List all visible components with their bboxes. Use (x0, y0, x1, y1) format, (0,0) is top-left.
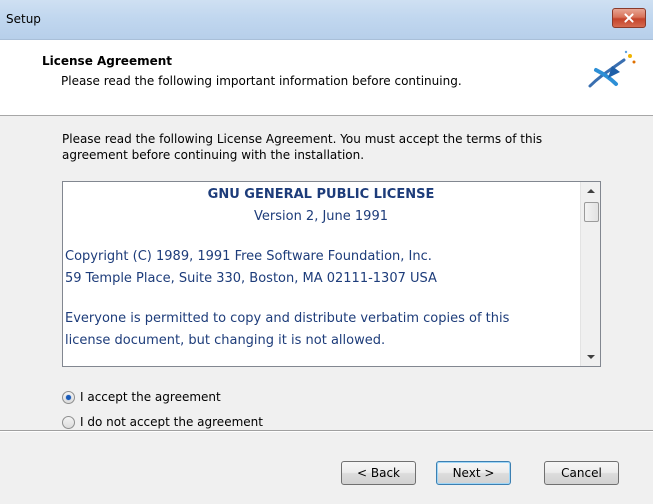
setup-wizard-logo (588, 50, 636, 88)
chevron-down-icon[interactable] (581, 348, 601, 366)
license-permission-line1: Everyone is permitted to copy and distri… (65, 311, 510, 326)
intro-text: Please read the following License Agreem… (62, 132, 543, 162)
title-bar: Setup (0, 0, 653, 40)
cancel-button[interactable]: Cancel (544, 461, 619, 485)
page-subtitle: Please read the following important info… (61, 74, 462, 88)
close-button[interactable] (612, 8, 646, 28)
back-button[interactable]: < Back (341, 461, 416, 485)
window-title: Setup (6, 12, 41, 26)
wizard-body: Please read the following License Agreem… (0, 116, 653, 504)
license-copyright-line1: Copyright (C) 1989, 1991 Free Software F… (65, 249, 432, 264)
license-scrollbar[interactable] (580, 182, 600, 366)
wizard-header: License Agreement Please read the follow… (0, 40, 653, 116)
close-icon (624, 13, 634, 23)
page-title: License Agreement (42, 54, 173, 68)
license-content: GNU GENERAL PUBLIC LICENSE Version 2, Ju… (65, 184, 577, 352)
license-version: Version 2, June 1991 (254, 209, 388, 224)
decline-label: I do not accept the agreement (80, 415, 263, 429)
decline-radio[interactable] (62, 416, 75, 429)
footer-divider (0, 430, 653, 432)
license-copyright-line2: 59 Temple Place, Suite 330, Boston, MA 0… (65, 271, 437, 286)
scrollbar-thumb[interactable] (584, 202, 599, 222)
license-heading: GNU GENERAL PUBLIC LICENSE (207, 187, 435, 202)
license-textbox[interactable]: GNU GENERAL PUBLIC LICENSE Version 2, Ju… (62, 181, 601, 367)
chevron-up-icon[interactable] (581, 182, 601, 200)
license-permission-line2: license document, but changing it is not… (65, 333, 386, 348)
accept-label: I accept the agreement (80, 390, 221, 404)
next-button[interactable]: Next > (436, 461, 511, 485)
accept-radio[interactable] (62, 391, 75, 404)
